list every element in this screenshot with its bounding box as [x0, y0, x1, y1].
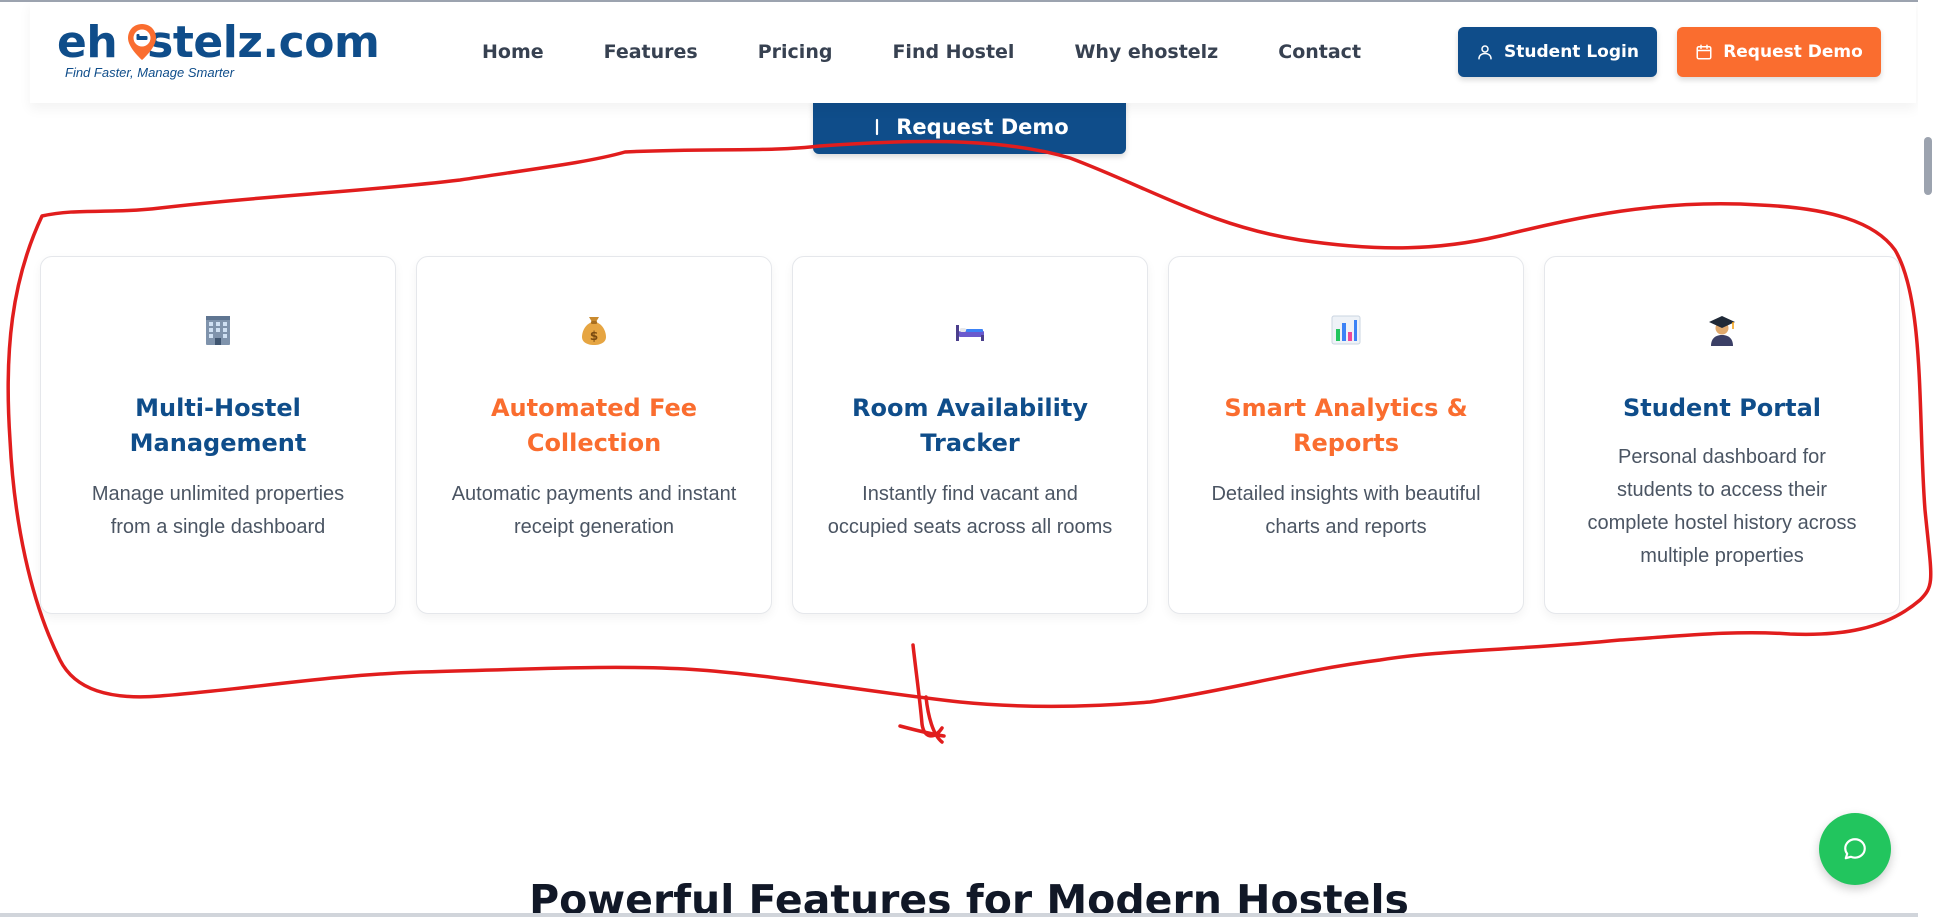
- office-building-icon: [206, 316, 230, 345]
- nav-contact[interactable]: Contact: [1278, 41, 1361, 63]
- card-title: Automated Fee Collection: [490, 394, 698, 457]
- feature-card-analytics[interactable]: Smart Analytics & Reports Detailed insig…: [1168, 256, 1524, 614]
- feature-cards: Multi-Hostel Management Manage unlimited…: [40, 256, 1900, 614]
- hero-request-demo-button[interactable]: Request Demo: [813, 99, 1126, 154]
- nav-home[interactable]: Home: [482, 41, 544, 63]
- nav-why-ehostelz[interactable]: Why ehostelz: [1074, 41, 1218, 63]
- request-demo-label: Request Demo: [1723, 42, 1863, 62]
- student-login-label: Student Login: [1504, 42, 1639, 62]
- bottom-border: [0, 913, 1918, 917]
- request-demo-button[interactable]: Request Demo: [1677, 27, 1881, 77]
- card-description: Manage unlimited properties from a singl…: [91, 483, 345, 538]
- card-icon-wrap: [793, 313, 1147, 353]
- graduate-icon: [1709, 316, 1735, 346]
- nav-pricing[interactable]: Pricing: [758, 41, 833, 63]
- plus-icon: [876, 118, 879, 135]
- card-description: Instantly find vacant and occupied seats…: [827, 483, 1113, 538]
- feature-card-student-portal[interactable]: Student Portal Personal dashboard for st…: [1544, 256, 1900, 614]
- bed-icon: [956, 325, 984, 341]
- nav-features[interactable]: Features: [604, 41, 698, 63]
- card-description: Automatic payments and instant receipt g…: [451, 483, 737, 538]
- feature-card-fee-collection[interactable]: $ Automated Fee Collection Automatic pay…: [416, 256, 772, 614]
- bar-chart-icon: [1331, 315, 1361, 345]
- scrollbar-thumb[interactable]: [1924, 137, 1932, 195]
- feature-card-room-tracker[interactable]: Room Availability Tracker Instantly find…: [792, 256, 1148, 614]
- card-icon-wrap: $: [417, 313, 771, 353]
- money-bag-icon: $: [582, 317, 606, 345]
- card-icon-wrap: [1169, 313, 1523, 353]
- card-description: Personal dashboard for students to acces…: [1587, 446, 1857, 567]
- logo-tagline: Find Faster, Manage Smarter: [65, 65, 235, 80]
- site-header: eh stelz.com Find Faster, Manage Smarter …: [30, 0, 1916, 103]
- card-icon-wrap: [41, 313, 395, 353]
- card-description: Detailed insights with beautiful charts …: [1211, 483, 1481, 538]
- card-title: Multi-Hostel Management: [129, 394, 307, 457]
- section-heading: Powerful Features for Modern Hostels: [529, 876, 1409, 917]
- feature-card-multi-hostel[interactable]: Multi-Hostel Management Manage unlimited…: [40, 256, 396, 614]
- chat-button[interactable]: [1819, 813, 1891, 885]
- student-login-button[interactable]: Student Login: [1458, 27, 1657, 77]
- logo-wordmark-left: eh: [57, 17, 118, 68]
- card-title: Smart Analytics & Reports: [1224, 394, 1468, 457]
- vertical-scrollbar[interactable]: [1918, 0, 1938, 917]
- calendar-icon: [1696, 44, 1712, 60]
- main-nav: Home Features Pricing Find Hostel Why eh…: [482, 0, 1361, 103]
- logo-wordmark: eh stelz.com: [57, 17, 380, 69]
- card-title: Room Availability Tracker: [851, 394, 1088, 457]
- top-border: [0, 0, 1938, 2]
- page: eh stelz.com Find Faster, Manage Smarter …: [0, 0, 1938, 917]
- logo-wordmark-right: stelz.com: [147, 17, 380, 68]
- nav-find-hostel[interactable]: Find Hostel: [892, 41, 1014, 63]
- chat-bubble-icon: [1844, 838, 1866, 860]
- card-title: Student Portal: [1622, 394, 1822, 422]
- svg-text:$: $: [590, 329, 598, 343]
- user-icon: [1478, 45, 1492, 60]
- logo[interactable]: eh stelz.com Find Faster, Manage Smarter: [57, 17, 380, 87]
- location-pin-icon: [128, 24, 156, 60]
- card-icon-wrap: [1545, 313, 1899, 353]
- hero-cta-label: Request Demo: [896, 114, 1069, 139]
